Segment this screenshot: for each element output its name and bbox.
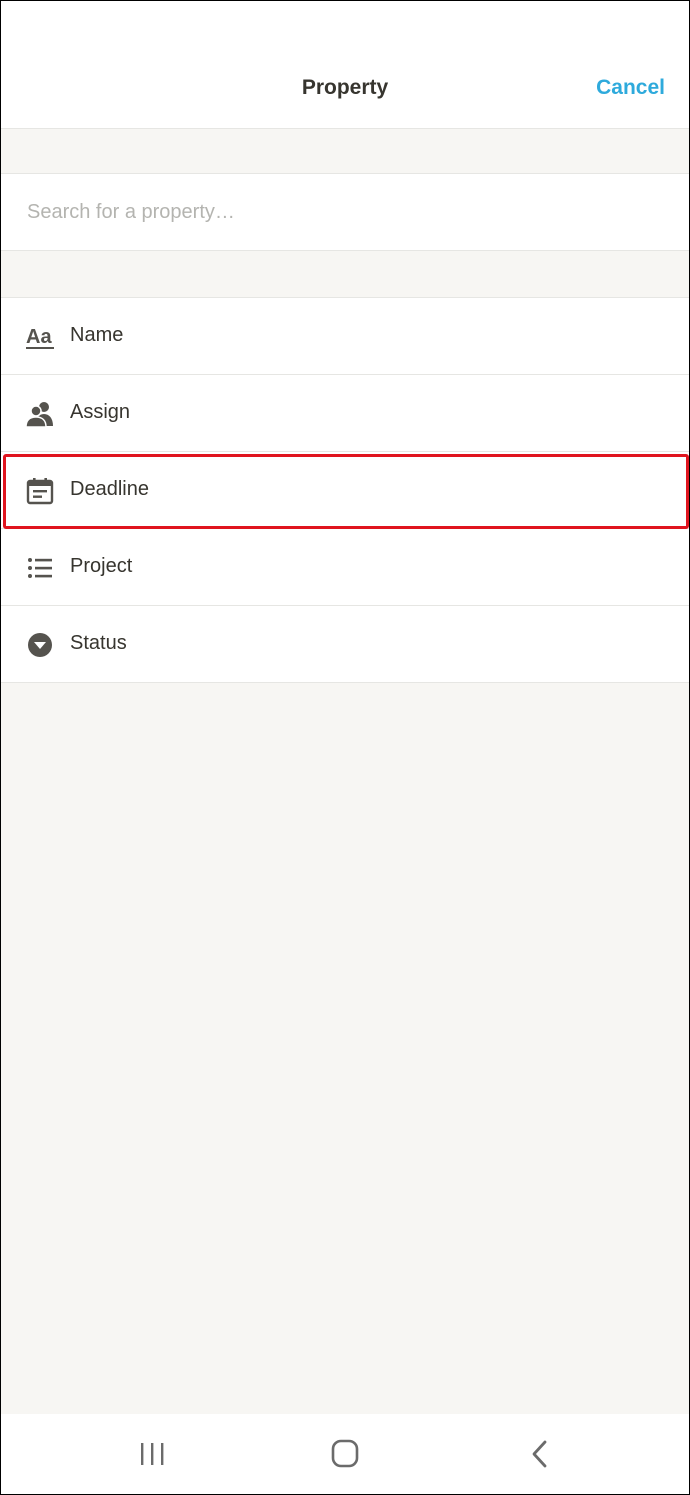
back-chevron-icon bbox=[532, 1440, 547, 1468]
property-label: Deadline bbox=[70, 478, 149, 500]
recent-apps-icon bbox=[141, 1443, 164, 1465]
search-bar bbox=[1, 173, 689, 251]
person-icon bbox=[25, 399, 55, 429]
back-button[interactable] bbox=[519, 1436, 559, 1472]
bulleted-list-icon bbox=[25, 553, 55, 583]
property-label: Status bbox=[70, 632, 127, 654]
recent-apps-button[interactable] bbox=[133, 1436, 173, 1472]
text-aa-icon: Aa bbox=[25, 322, 55, 352]
property-picker-screen: Property Cancel Aa Name bbox=[0, 0, 690, 1495]
page-title: Property bbox=[301, 76, 389, 99]
property-list: Aa Name Assign Deadline Project Status bbox=[1, 297, 689, 683]
property-item-name[interactable]: Aa Name bbox=[1, 298, 689, 375]
svg-text:Aa: Aa bbox=[26, 326, 52, 348]
cancel-button[interactable]: Cancel bbox=[596, 76, 665, 100]
search-input[interactable] bbox=[25, 174, 667, 250]
home-icon bbox=[331, 1439, 359, 1468]
property-label: Name bbox=[70, 324, 124, 346]
property-item-assign[interactable]: Assign bbox=[1, 375, 689, 452]
home-button[interactable] bbox=[325, 1436, 365, 1472]
property-label: Project bbox=[70, 555, 133, 577]
select-triangle-icon bbox=[25, 630, 55, 660]
header: Property Cancel bbox=[1, 1, 689, 129]
property-label: Assign bbox=[70, 401, 131, 423]
property-item-deadline[interactable]: Deadline bbox=[1, 452, 689, 529]
property-item-project[interactable]: Project bbox=[1, 529, 689, 606]
system-navigation-bar bbox=[1, 1414, 689, 1494]
property-item-status[interactable]: Status bbox=[1, 606, 689, 683]
calendar-icon bbox=[25, 476, 55, 506]
